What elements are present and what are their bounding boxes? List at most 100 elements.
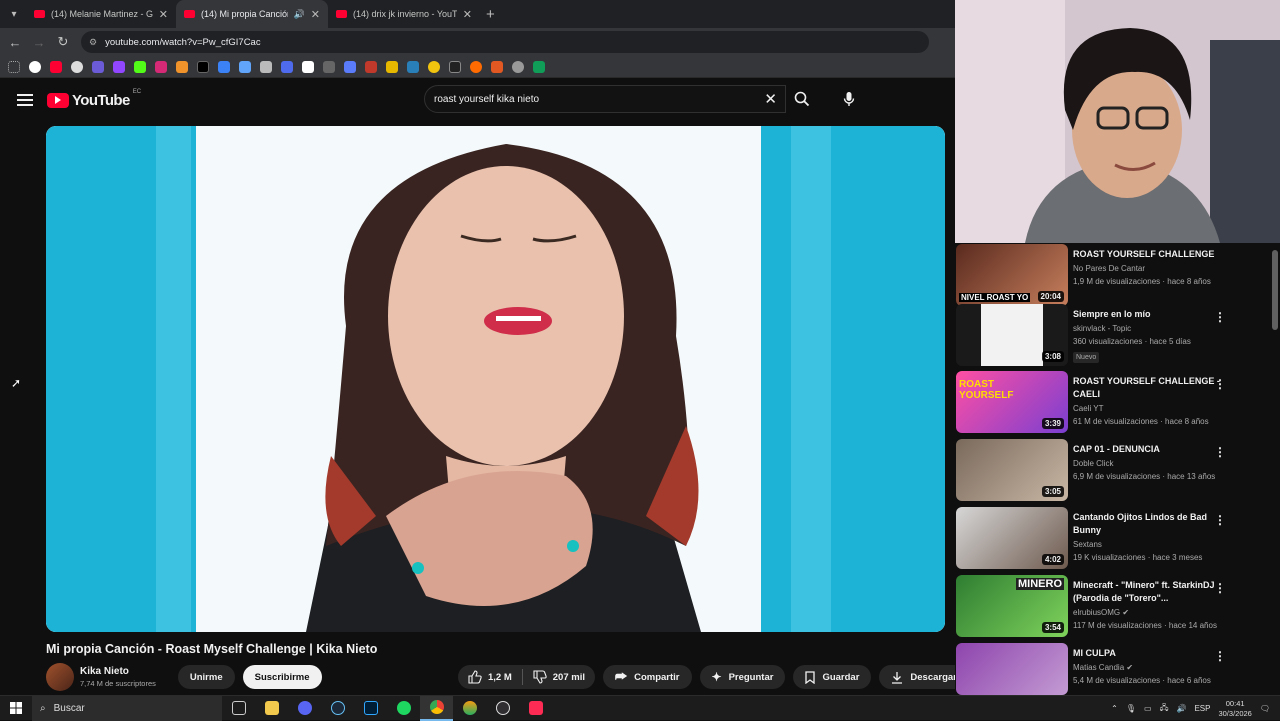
- video-thumbnail[interactable]: 3:08: [956, 304, 1068, 366]
- browser-tab-3[interactable]: (14) drix jk invierno - YouTube ✕: [328, 0, 480, 28]
- recommendation-item[interactable]: ROAST YOURSELF 3:39 ROAST YOURSELF CHALL…: [955, 371, 1275, 433]
- youtube-logo[interactable]: YouTube EC: [47, 89, 141, 109]
- recommendation-item[interactable]: NIVEL ROAST YO 20:04 ROAST YOURSELF CHAL…: [955, 244, 1275, 306]
- menu-icon[interactable]: [17, 94, 33, 106]
- close-tab-icon[interactable]: ✕: [311, 8, 320, 21]
- bookmark-icon[interactable]: [239, 60, 251, 73]
- scrollbar-thumb[interactable]: [1272, 250, 1278, 330]
- keyboard-language[interactable]: ESP: [1194, 704, 1210, 713]
- bookmark-x-icon[interactable]: [197, 60, 209, 73]
- more-options-icon[interactable]: ⋮: [1214, 310, 1226, 324]
- more-options-icon[interactable]: ⋮: [1214, 377, 1226, 391]
- recommendation-item[interactable]: 3:08 Siempre en lo mío skinvlack - Topic…: [955, 304, 1275, 366]
- bookmark-icon[interactable]: [260, 60, 272, 73]
- video-thumbnail[interactable]: 3:05: [956, 439, 1068, 501]
- clock[interactable]: 00:41 30/3/2026: [1218, 699, 1251, 719]
- bookmark-icon[interactable]: [491, 60, 503, 73]
- recommendation-item[interactable]: 4:02 Cantando Ojitos Lindos de Bad Bunny…: [955, 507, 1275, 569]
- bookmark-icon[interactable]: [386, 60, 398, 73]
- url-field[interactable]: ⚙ youtube.com/watch?v=Pw_cfGI7Cac: [81, 31, 929, 53]
- more-options-icon[interactable]: ⋮: [1214, 445, 1226, 459]
- tab-title: (14) drix jk invierno - YouTube: [353, 9, 457, 19]
- bookmark-google-icon[interactable]: [29, 60, 41, 73]
- file-explorer-icon[interactable]: [255, 696, 288, 721]
- photoshop-icon[interactable]: [354, 696, 387, 721]
- channel-name[interactable]: Kika Nieto: [80, 666, 156, 677]
- task-view-icon[interactable]: [222, 696, 255, 721]
- steam-icon[interactable]: [321, 696, 354, 721]
- bookmark-instagram-icon[interactable]: [155, 60, 167, 73]
- new-tab-icon[interactable]: +: [486, 6, 495, 23]
- subscribe-button[interactable]: Suscribirme: [242, 665, 322, 689]
- clear-search-icon[interactable]: ✕: [764, 90, 777, 108]
- ask-button[interactable]: ✦ Preguntar: [699, 665, 786, 689]
- bookmark-icon[interactable]: [365, 60, 377, 73]
- voice-search-button[interactable]: [836, 86, 862, 112]
- bookmark-icon[interactable]: [176, 60, 188, 73]
- tab-search-chevron-icon[interactable]: ▾: [2, 2, 26, 26]
- notifications-icon[interactable]: 🗨: [1260, 704, 1270, 713]
- bookmark-icon[interactable]: [71, 60, 83, 73]
- browser-tab-1[interactable]: (14) Melanie Martinez - GARBAGE ✕: [26, 0, 176, 28]
- channel-avatar[interactable]: [46, 663, 74, 691]
- apps-grid-icon[interactable]: [8, 60, 20, 73]
- spotify-icon[interactable]: [387, 696, 420, 721]
- tray-chevron-icon[interactable]: ⌃: [1111, 704, 1118, 713]
- bookmark-icon[interactable]: [323, 60, 335, 73]
- discord-icon[interactable]: [288, 696, 321, 721]
- network-icon[interactable]: 🖧: [1160, 702, 1169, 716]
- close-tab-icon[interactable]: ✕: [463, 8, 472, 21]
- bookmark-icon[interactable]: [218, 60, 230, 73]
- video-thumbnail[interactable]: NIVEL ROAST YO 20:04: [956, 244, 1068, 306]
- video-thumbnail[interactable]: ROAST YOURSELF 3:39: [956, 371, 1068, 433]
- share-button[interactable]: ⮫ Compartir: [602, 665, 692, 689]
- back-icon[interactable]: ←: [3, 35, 27, 50]
- join-button[interactable]: Unirme: [177, 665, 235, 689]
- speaker-icon[interactable]: 🔊: [294, 9, 305, 20]
- channel-row: elrubiusOMG ✔: [1073, 608, 1223, 617]
- bookmark-icon[interactable]: [512, 60, 524, 73]
- like-button[interactable]: 1,2 M: [458, 670, 522, 684]
- video-thumbnail[interactable]: MINERO 3:54: [956, 575, 1068, 637]
- recommendation-item[interactable]: 3:05 CAP 01 - DENUNCIA Doble Click 6,9 M…: [955, 439, 1275, 501]
- taskbar-search[interactable]: ⌕ Buscar: [32, 695, 222, 721]
- close-tab-icon[interactable]: ✕: [159, 8, 168, 21]
- thumbnail-image: [981, 304, 1043, 366]
- more-options-icon[interactable]: ⋮: [1214, 649, 1226, 663]
- app-icon[interactable]: [453, 696, 486, 721]
- video-thumbnail[interactable]: [956, 643, 1068, 695]
- bookmark-icon[interactable]: [449, 60, 461, 73]
- usb-icon[interactable]: ▭: [1144, 704, 1152, 713]
- tiktok-icon[interactable]: [519, 696, 552, 721]
- site-info-icon[interactable]: ⚙: [89, 37, 97, 48]
- bookmark-icon[interactable]: [407, 60, 419, 73]
- search-input[interactable]: roast yourself kika nieto ✕: [424, 85, 786, 113]
- more-options-icon[interactable]: ⋮: [1214, 513, 1226, 527]
- forward-icon[interactable]: →: [27, 35, 51, 50]
- dislike-button[interactable]: 207 mil: [523, 670, 595, 684]
- reload-icon[interactable]: ↻: [51, 34, 75, 50]
- bookmark-notion-icon[interactable]: [302, 60, 314, 73]
- bookmark-youtube-icon[interactable]: [50, 60, 62, 73]
- obs-icon[interactable]: [486, 696, 519, 721]
- recommendation-item[interactable]: MI CULPA Matias Candia ✔ 5,4 M de visual…: [955, 643, 1275, 695]
- save-button[interactable]: Guardar: [793, 665, 872, 689]
- chrome-icon[interactable]: [420, 695, 453, 721]
- more-options-icon[interactable]: ⋮: [1214, 581, 1226, 595]
- microphone-tray-icon[interactable]: 🎙: [1126, 704, 1136, 713]
- video-thumbnail[interactable]: 4:02: [956, 507, 1068, 569]
- bookmark-icon[interactable]: [92, 60, 104, 73]
- video-player[interactable]: [46, 126, 945, 632]
- bookmark-icon[interactable]: [470, 60, 482, 73]
- bookmark-icon[interactable]: [428, 60, 440, 73]
- search-button[interactable]: [786, 85, 818, 113]
- bookmark-twitch-icon[interactable]: [113, 60, 125, 73]
- recommendation-item[interactable]: MINERO 3:54 Minecraft - "Minero" ft. Sta…: [955, 575, 1275, 637]
- browser-tab-2[interactable]: (14) Mi propia Canción - Roast 🔊 ✕: [176, 0, 328, 28]
- bookmark-sheets-icon[interactable]: [533, 60, 545, 73]
- bookmark-icon[interactable]: [281, 60, 293, 73]
- volume-icon[interactable]: 🔊: [1176, 704, 1186, 713]
- bookmark-kick-icon[interactable]: [134, 60, 146, 73]
- bookmark-icon[interactable]: [344, 60, 356, 73]
- start-button[interactable]: [0, 702, 32, 714]
